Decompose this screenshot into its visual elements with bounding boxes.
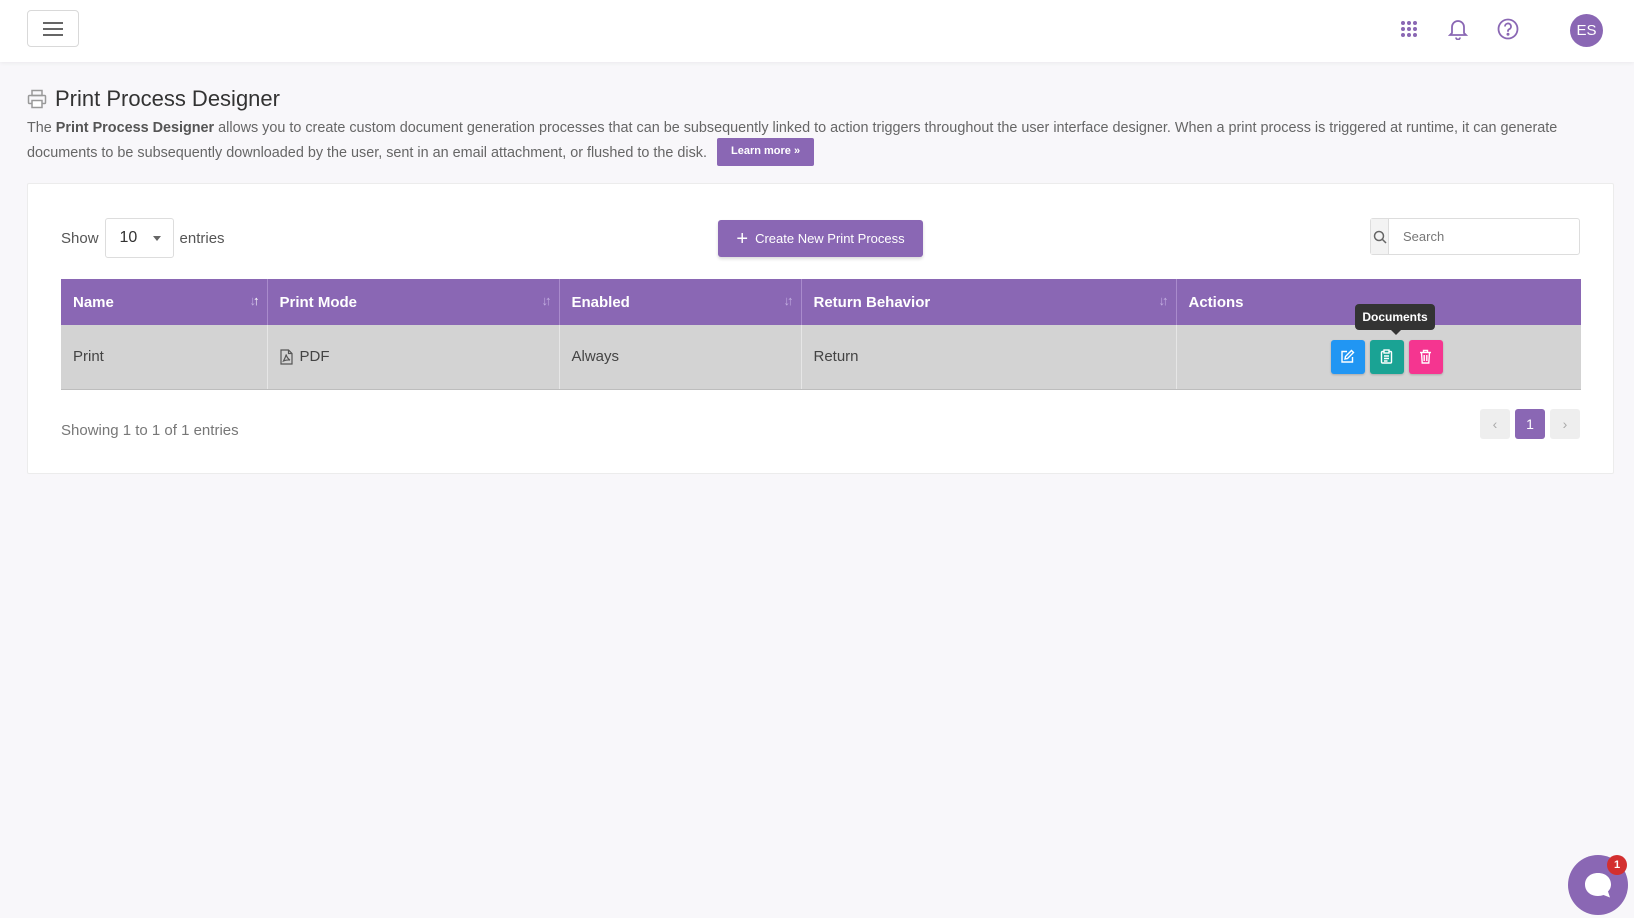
print-process-table: Name ↓↑ Print Mode ↓↑ Enabled ↓↑ Return Beh… bbox=[61, 279, 1581, 390]
cell-return-behavior: Return bbox=[801, 325, 1177, 390]
help-icon bbox=[1497, 18, 1519, 40]
clipboard-icon bbox=[1381, 349, 1393, 364]
chevron-left-icon: ‹ bbox=[1492, 416, 1498, 432]
desc-bold: Print Process Designer bbox=[55, 120, 215, 136]
learn-more-button[interactable]: Learn more » bbox=[716, 138, 815, 166]
pagination: ‹ 1 › bbox=[1480, 409, 1580, 439]
sort-icon: ↓↑ bbox=[783, 293, 794, 308]
search-icon bbox=[1371, 219, 1389, 254]
show-label: Show bbox=[61, 229, 99, 247]
entries-select[interactable]: 10 bbox=[104, 218, 174, 258]
edit-button[interactable] bbox=[1330, 339, 1365, 374]
chevron-right-icon: › bbox=[1562, 416, 1568, 432]
next-page-button[interactable]: › bbox=[1550, 409, 1580, 439]
page-header: Print Process Designer bbox=[27, 86, 280, 112]
avatar[interactable]: ES bbox=[1570, 14, 1603, 47]
column-label: Actions bbox=[1188, 293, 1244, 311]
sort-icon: ↓↑ bbox=[541, 293, 552, 308]
search-input[interactable] bbox=[1389, 219, 1579, 254]
hamburger-icon bbox=[43, 21, 63, 36]
page-description: The Print Process Designer allows you to… bbox=[27, 118, 1617, 167]
chat-notification-badge: 1 bbox=[1607, 855, 1627, 875]
create-button-label: Create New Print Process bbox=[755, 231, 905, 246]
edit-icon bbox=[1341, 349, 1355, 363]
print-mode-value: PDF bbox=[299, 348, 330, 366]
help-button[interactable] bbox=[1495, 16, 1521, 42]
cell-print-mode: PDF bbox=[267, 325, 560, 390]
chevron-down-icon bbox=[152, 235, 161, 241]
column-header-print-mode[interactable]: Print Mode ↓↑ bbox=[267, 279, 560, 325]
page-title: Print Process Designer bbox=[55, 86, 280, 111]
menu-button[interactable] bbox=[27, 10, 79, 47]
cell-enabled: Always bbox=[559, 325, 802, 390]
search-box bbox=[1370, 218, 1580, 255]
pdf-file-icon bbox=[279, 349, 293, 365]
chat-bubble-icon bbox=[1585, 873, 1611, 898]
column-header-return-behavior[interactable]: Return Behavior ↓↑ bbox=[801, 279, 1177, 325]
table-info: Showing 1 to 1 of 1 entries bbox=[61, 422, 239, 439]
notifications-button[interactable] bbox=[1445, 16, 1471, 42]
bell-icon bbox=[1448, 20, 1468, 40]
grid-icon bbox=[1401, 21, 1417, 37]
table-row[interactable]: Print PDF Always Return bbox=[61, 325, 1581, 390]
avatar-initials: ES bbox=[1576, 22, 1597, 39]
trash-icon bbox=[1420, 350, 1432, 364]
page-button[interactable]: 1 bbox=[1515, 409, 1545, 439]
column-label: Enabled bbox=[571, 293, 630, 311]
documents-tooltip: Documents bbox=[1355, 304, 1435, 335]
column-header-enabled[interactable]: Enabled ↓↑ bbox=[559, 279, 802, 325]
plus-icon: + bbox=[736, 227, 749, 250]
cell-name: Print bbox=[61, 325, 268, 390]
column-label: Print Mode bbox=[279, 293, 358, 311]
desc-intro: The bbox=[27, 120, 56, 136]
entries-value: 10 bbox=[119, 229, 138, 246]
previous-page-button[interactable]: ‹ bbox=[1480, 409, 1510, 439]
column-header-name[interactable]: Name ↓↑ bbox=[61, 279, 268, 325]
top-bar: ES bbox=[0, 0, 1634, 62]
sort-asc-icon: ↓↑ bbox=[249, 293, 260, 308]
cell-actions bbox=[1176, 325, 1581, 390]
entries-label: entries bbox=[179, 229, 225, 247]
delete-button[interactable] bbox=[1408, 339, 1443, 374]
column-label: Return Behavior bbox=[813, 293, 931, 311]
entries-length-control: Show 10 entries bbox=[61, 218, 225, 258]
apps-button[interactable] bbox=[1396, 16, 1422, 42]
printer-icon bbox=[27, 89, 47, 109]
column-label: Name bbox=[73, 293, 114, 311]
documents-button[interactable] bbox=[1369, 339, 1404, 374]
table-header-row: Name ↓↑ Print Mode ↓↑ Enabled ↓↑ Return Beh… bbox=[61, 279, 1581, 325]
sort-icon: ↓↑ bbox=[1158, 293, 1169, 308]
create-print-process-button[interactable]: + Create New Print Process bbox=[718, 220, 923, 257]
